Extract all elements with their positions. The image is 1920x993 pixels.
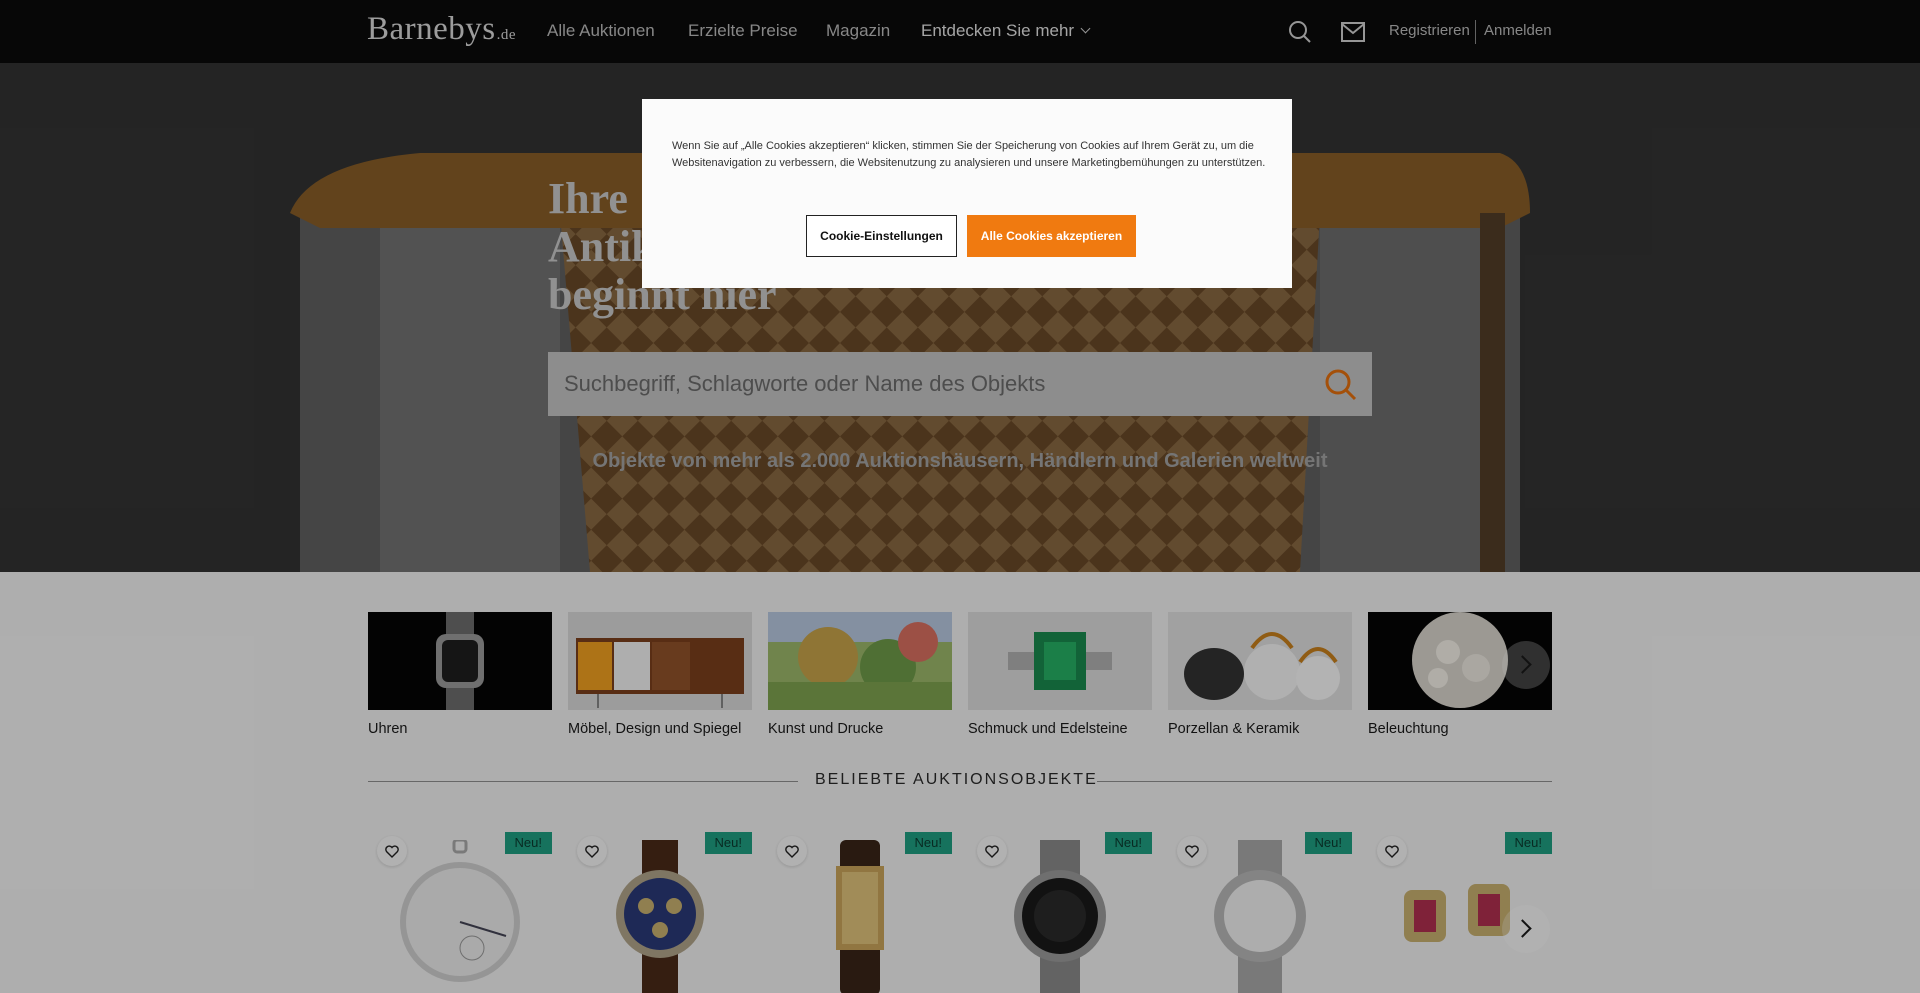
accept-all-cookies-button[interactable]: Alle Cookies akzeptieren <box>967 215 1136 257</box>
cookie-consent-text: Wenn Sie auf „Alle Cookies akzeptieren“ … <box>672 140 1266 169</box>
cookie-consent-dialog: Wenn Sie auf „Alle Cookies akzeptieren“ … <box>642 99 1292 288</box>
cookie-settings-button[interactable]: Cookie-Einstellungen <box>806 215 957 257</box>
